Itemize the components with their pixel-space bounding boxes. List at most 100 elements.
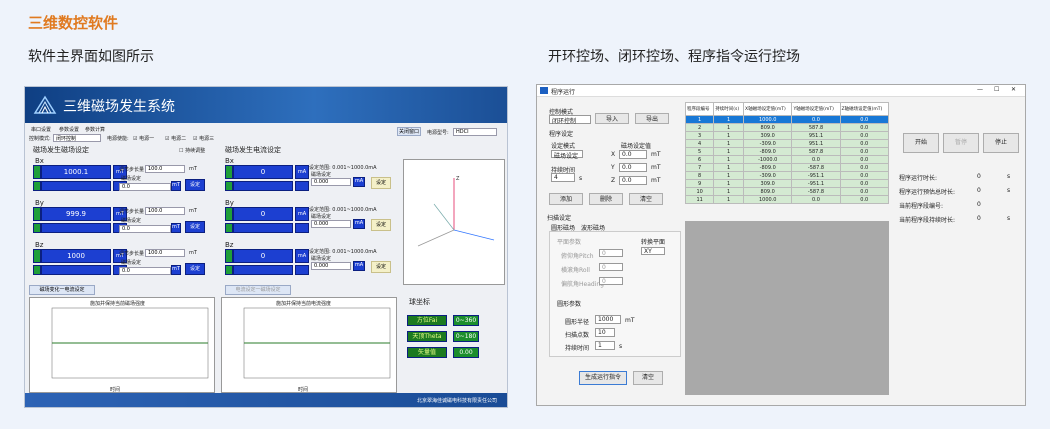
pause-button[interactable]: 暂停	[943, 133, 979, 153]
xyz-input-0[interactable]: 0.0	[619, 150, 647, 159]
delete-button[interactable]: 删除	[589, 193, 623, 205]
xyz-axis-1: Y	[611, 164, 615, 171]
step-unit-0: mT	[189, 166, 197, 172]
table-row[interactable]: 8 1 -309.0 -951.1 0.0	[684, 171, 890, 180]
duration-input[interactable]: 4	[551, 173, 575, 182]
table-cell: 309.0	[742, 179, 793, 188]
table-row[interactable]: 4 1 -309.0 951.1 0.0	[684, 139, 890, 148]
close-all-button[interactable]: 关闭窗口	[397, 127, 421, 136]
table-row[interactable]: 11 1 1000.0 0.0 0.0	[684, 195, 890, 204]
stat-label-1: 程序运行预估总时长:	[899, 189, 956, 196]
table-row[interactable]: 3 1 309.0 951.1 0.0	[684, 131, 890, 140]
set-mode-select[interactable]: 磁场设定	[551, 150, 583, 160]
export-button[interactable]: 导出	[635, 113, 669, 124]
sphere-label-0: 方位Fai	[407, 315, 447, 326]
table-header-4: Z轴磁场设定值(mT)	[839, 102, 890, 116]
step-unit-1: mT	[189, 208, 197, 214]
table-cell: -809.0	[742, 163, 793, 172]
field-bar-1	[41, 223, 111, 233]
table-row[interactable]: 10 1 809.0 -587.8 0.0	[684, 187, 890, 196]
radius-input[interactable]: 1000	[595, 315, 621, 324]
logo-icon	[33, 95, 57, 114]
hold-adjust-checkbox[interactable]: ☐ 持续调整	[179, 147, 205, 154]
menu-params[interactable]: 参数设置	[59, 126, 79, 133]
menu-calc[interactable]: 参数计算	[85, 126, 105, 133]
current-set-button-2[interactable]: 设定	[371, 261, 391, 273]
table-cell: 0.0	[839, 155, 890, 164]
xyz-unit-1: mT	[651, 164, 661, 171]
maximize-icon[interactable]: ☐	[994, 86, 999, 93]
current-set-button-0[interactable]: 设定	[371, 177, 391, 189]
axis-color2-2	[33, 265, 41, 275]
field-set-button-2[interactable]: 设定	[185, 263, 205, 275]
table-row[interactable]: 6 1 -1000.0 0.0 0.0	[684, 155, 890, 164]
power-1-checkbox[interactable]: ☑ 电源一	[133, 135, 154, 142]
tab-field-current[interactable]: 磁场变化一电流设定	[29, 285, 95, 295]
field-set-input-0[interactable]: 0.0	[119, 183, 171, 191]
table-row[interactable]: 7 1 -809.0 -587.8 0.0	[684, 163, 890, 172]
range-text-0: 设定范围: 0.001~1000.0mA	[309, 165, 377, 171]
current-set-input-2[interactable]: 0.000	[311, 262, 351, 270]
power-3-checkbox[interactable]: ☑ 电源三	[193, 135, 214, 142]
control-mode-select[interactable]: 闭环控制	[53, 134, 101, 142]
plane-select[interactable]: XY	[641, 247, 665, 255]
power-model-select[interactable]: HDCI	[453, 128, 497, 136]
cur-set-label-0: 磁场设定	[311, 172, 332, 178]
xyz-unit-0: mT	[651, 151, 661, 158]
add-button[interactable]: 添加	[549, 193, 583, 205]
table-cell: 0.0	[839, 187, 890, 196]
current-set-input-1[interactable]: 0.000	[311, 220, 351, 228]
field-value-1: 999.9	[41, 207, 111, 221]
power-2-checkbox[interactable]: ☑ 电源二	[165, 135, 186, 142]
table-cell: 1	[713, 155, 744, 164]
roll-input[interactable]: 0	[599, 263, 623, 271]
stat-value-0: 0	[977, 173, 981, 180]
step-input-1[interactable]: 100.0	[145, 207, 185, 215]
tab-current-field[interactable]: 电流设定一磁场设定	[225, 285, 291, 295]
pitch-input[interactable]: 0	[599, 249, 623, 257]
menu-serial[interactable]: 串口设置	[31, 126, 51, 133]
clear-button[interactable]: 清空	[629, 193, 663, 205]
table-row[interactable]: 9 1 309.0 -951.1 0.0	[684, 179, 890, 188]
xyz-unit-2: mT	[651, 177, 661, 184]
points-input[interactable]: 10	[595, 328, 615, 337]
xyz-input-1[interactable]: 0.0	[619, 163, 647, 172]
hold-input[interactable]: 1	[595, 341, 615, 350]
table-cell: -1000.0	[742, 155, 793, 164]
close-icon[interactable]: ✕	[1011, 86, 1016, 93]
table-cell: 10	[684, 187, 715, 196]
heading-label: 偏航角Heading	[561, 281, 604, 288]
generate-button[interactable]: 生成运行指令	[579, 371, 627, 385]
step-input-2[interactable]: 100.0	[145, 249, 185, 257]
field-set-unit-1: mT	[171, 223, 181, 233]
heading-input[interactable]: 0	[599, 277, 623, 285]
table-cell: 3	[684, 131, 715, 140]
table-cell: 0.0	[839, 139, 890, 148]
current-bar-unit-1	[295, 223, 309, 233]
mode-select[interactable]: 闭环控制	[549, 115, 591, 125]
minimize-icon[interactable]: —	[977, 86, 983, 93]
field-set-input-2[interactable]: 0.0	[119, 267, 171, 275]
import-button[interactable]: 导入	[595, 113, 629, 124]
table-row[interactable]: 5 1 -809.0 587.8 0.0	[684, 147, 890, 156]
sphere-label-2: 矢量值	[407, 347, 447, 358]
current-set-input-0[interactable]: 0.000	[311, 178, 351, 186]
footer-bar: 北京翠海佳诚磁电科技有限责任公司	[25, 393, 507, 407]
field-set-input-1[interactable]: 0.0	[119, 225, 171, 233]
table-row[interactable]: 1 1 1000.0 0.0 0.0	[684, 115, 890, 124]
chart-field-xlabel: 时间	[110, 387, 121, 393]
clear2-button[interactable]: 清空	[633, 371, 663, 385]
table-cell: 1	[684, 115, 715, 124]
table-cell: 1	[713, 171, 744, 180]
current-set-button-1[interactable]: 设定	[371, 219, 391, 231]
step-input-0[interactable]: 100.0	[145, 165, 185, 173]
start-button[interactable]: 开始	[903, 133, 939, 153]
axis-label-1: By	[35, 199, 44, 207]
table-row[interactable]: 2 1 809.0 587.8 0.0	[684, 123, 890, 132]
field-set-button-0[interactable]: 设定	[185, 179, 205, 191]
xyz-input-2[interactable]: 0.0	[619, 176, 647, 185]
table-cell: 1	[713, 179, 744, 188]
app-title: 三维磁场发生系统	[63, 99, 175, 115]
stop-button[interactable]: 停止	[983, 133, 1019, 153]
field-set-button-1[interactable]: 设定	[185, 221, 205, 233]
